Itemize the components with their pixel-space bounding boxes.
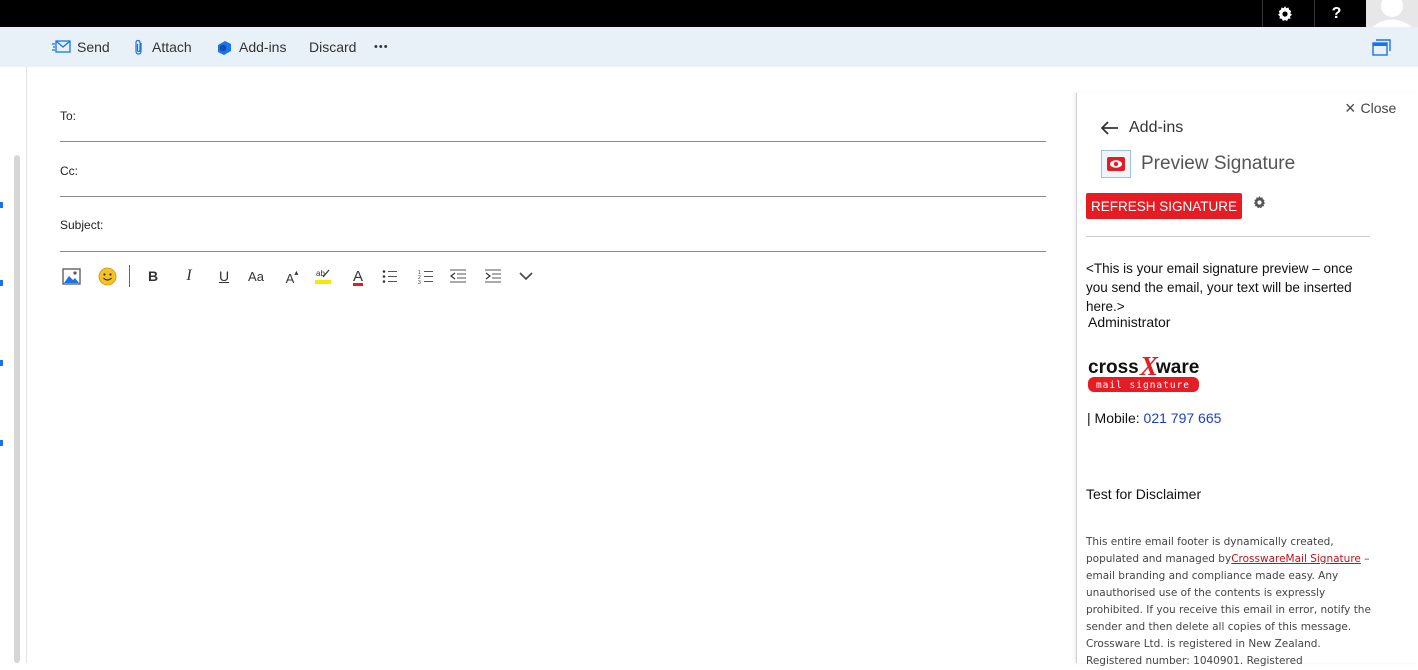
italic-icon: I <box>186 267 192 284</box>
disclaimer-text-end: – email branding and compliance made eas… <box>1086 553 1371 667</box>
close-label: Close <box>1360 100 1397 116</box>
attach-button[interactable]: Attach <box>132 27 192 67</box>
addin-settings-button[interactable] <box>1253 196 1266 214</box>
addins-label: Add-ins <box>239 39 287 55</box>
preview-signature-logo-icon <box>1101 150 1131 178</box>
message-body[interactable] <box>60 300 1046 660</box>
chevron-down-icon <box>519 271 533 280</box>
bullet-list-icon <box>382 269 397 283</box>
left-scrollbar[interactable] <box>14 155 20 663</box>
user-avatar-icon <box>1366 0 1418 27</box>
disclaimer-heading: Test for Disclaimer <box>1086 486 1202 502</box>
cc-label: Cc: <box>60 164 78 178</box>
decrease-indent-button[interactable] <box>445 262 471 290</box>
bold-icon: B <box>147 268 159 284</box>
back-arrow-icon <box>1101 121 1119 135</box>
font-size-icon: Aa <box>248 268 264 284</box>
signature-mobile: | Mobile: 021 797 665 <box>1087 410 1221 426</box>
italic-button[interactable]: I <box>176 262 202 290</box>
attach-label: Attach <box>152 39 192 55</box>
folder-marker[interactable] <box>0 360 3 366</box>
gear-icon <box>1253 196 1266 209</box>
svg-text:cross: cross <box>1088 357 1139 378</box>
font-color-icon: A <box>352 267 363 285</box>
mobile-number-link[interactable]: 021 797 665 <box>1144 410 1222 426</box>
font-color-button[interactable]: A <box>345 262 371 290</box>
svg-text:ware: ware <box>1155 357 1199 378</box>
font-size-button[interactable]: Aa <box>243 262 269 290</box>
addin-title: Preview Signature <box>1101 150 1295 178</box>
toolbar-divider <box>129 265 130 287</box>
send-button[interactable]: Send <box>52 27 110 67</box>
discard-button[interactable]: Discard <box>309 27 356 67</box>
more-formatting-button[interactable] <box>513 262 539 290</box>
more-icon: ••• <box>374 41 389 53</box>
numbered-list-icon: 123 <box>418 270 433 284</box>
crossware-mail-signature-link[interactable]: CrosswareMail Signature <box>1231 553 1361 565</box>
paperclip-icon <box>132 39 146 56</box>
addin-pane: × Close Add-ins Preview Signature REFRES… <box>1076 93 1418 667</box>
folder-marker[interactable] <box>0 280 3 286</box>
highlighter-icon: ab <box>315 269 331 284</box>
left-folder-strip <box>0 67 27 663</box>
grow-font-button[interactable]: A ▴ <box>279 262 305 290</box>
discard-label: Discard <box>309 39 357 55</box>
addin-title-text: Preview Signature <box>1141 153 1296 174</box>
popout-icon <box>1372 38 1391 56</box>
svg-text:mail signature: mail signature <box>1096 380 1190 391</box>
to-field[interactable]: To: <box>60 96 1046 142</box>
addins-button[interactable]: Add-ins <box>216 27 286 67</box>
disclaimer-text: This entire email footer is dynamically … <box>1086 534 1372 670</box>
signature-preview-note: <This is your email signature preview – … <box>1086 261 1353 314</box>
bullets-button[interactable] <box>377 262 403 290</box>
bold-button[interactable]: B <box>140 262 166 290</box>
increase-indent-icon <box>484 269 501 283</box>
close-button[interactable]: × Close <box>1345 98 1397 118</box>
numbering-button[interactable]: 123 <box>413 262 439 290</box>
grow-font-icon: A <box>285 270 295 286</box>
back-label: Add-ins <box>1129 119 1184 136</box>
help-button[interactable]: ? <box>1314 0 1358 27</box>
back-to-addins-button[interactable]: Add-ins <box>1101 119 1183 137</box>
send-icon <box>52 40 71 54</box>
settings-button[interactable] <box>1262 0 1306 27</box>
grow-arrow-icon: ▴ <box>294 267 299 277</box>
gear-icon <box>1277 5 1292 21</box>
folder-marker[interactable] <box>0 202 3 208</box>
cc-field[interactable]: Cc: <box>60 150 1046 197</box>
emoji-button[interactable] <box>94 262 120 290</box>
subject-label: Subject: <box>60 218 104 232</box>
send-label: Send <box>77 39 110 55</box>
svg-text:3: 3 <box>418 280 421 284</box>
to-label: To: <box>60 109 77 123</box>
insert-picture-button[interactable] <box>58 262 84 290</box>
underline-button[interactable]: U <box>211 262 237 290</box>
formatting-toolbar: B I U Aa A ▴ ab A 123 <box>60 262 560 290</box>
signature-name: Administrator <box>1088 314 1171 330</box>
command-bar: Send Attach Add-ins Discard ••• <box>0 27 1418 67</box>
help-icon: ? <box>1331 4 1342 22</box>
increase-indent-button[interactable] <box>480 262 506 290</box>
addins-icon <box>216 39 233 56</box>
crossware-mail-signature-logo: cross X ware mail signature <box>1087 351 1201 395</box>
more-options-button[interactable]: ••• <box>374 27 389 67</box>
smiley-icon <box>98 267 116 285</box>
underline-icon: U <box>218 268 230 284</box>
picture-icon <box>61 267 81 285</box>
avatar[interactable] <box>1366 0 1418 27</box>
highlight-button[interactable]: ab <box>310 262 336 290</box>
popout-button[interactable] <box>1372 27 1391 67</box>
refresh-signature-button[interactable]: REFRESH SIGNATURE <box>1086 193 1242 219</box>
pane-divider <box>1086 236 1370 237</box>
subject-field[interactable]: Subject: <box>60 205 1046 252</box>
close-icon: × <box>1345 98 1356 118</box>
mobile-label: | Mobile: <box>1087 410 1144 426</box>
decrease-indent-icon <box>449 269 466 283</box>
top-bar: ? <box>0 0 1418 27</box>
folder-marker[interactable] <box>0 440 3 446</box>
